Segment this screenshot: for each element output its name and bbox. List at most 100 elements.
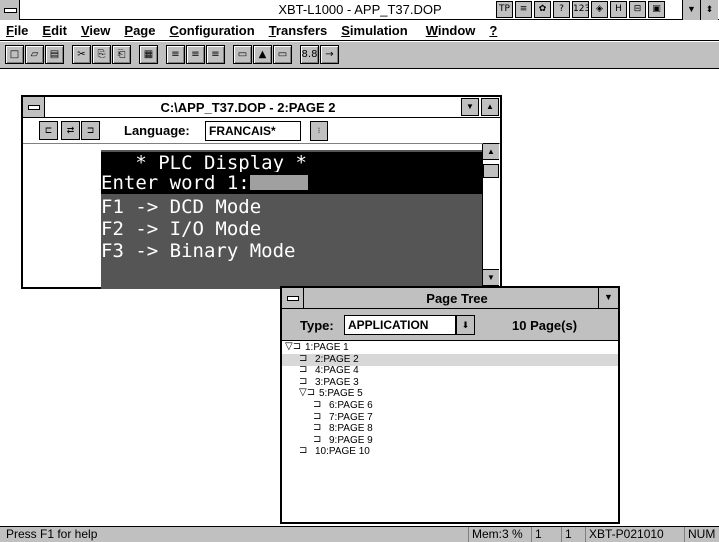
number-icon[interactable]: 8.8 bbox=[300, 45, 319, 64]
type-label: Type: bbox=[300, 318, 334, 333]
open-icon[interactable]: ▱ bbox=[25, 45, 44, 64]
screen-line-4[interactable]: F2 -> I/O Mode bbox=[101, 218, 486, 240]
title-tool-icon-3[interactable]: ✿ bbox=[534, 1, 551, 18]
title-tool-icon-2[interactable]: ≡ bbox=[515, 1, 532, 18]
type-dropdown-arrow-icon[interactable]: ⬇ bbox=[456, 315, 475, 335]
title-tool-icon-9[interactable]: ▣ bbox=[648, 1, 665, 18]
page-window-system-menu[interactable] bbox=[23, 97, 45, 117]
page-window-maximize-button[interactable]: ▲ bbox=[481, 98, 499, 116]
page-window-minimize-button[interactable]: ▼ bbox=[461, 98, 479, 116]
tree-item-label: 1:PAGE 1 bbox=[305, 342, 349, 353]
language-picker-button[interactable]: ⁝ bbox=[310, 121, 328, 141]
tree-item-page[interactable]: ⊐ 2:PAGE 2 bbox=[282, 352, 618, 366]
tree-item-page[interactable]: ⊐ 6:PAGE 6 bbox=[313, 400, 373, 412]
tree-item-label: 8:PAGE 8 bbox=[329, 423, 373, 435]
system-menu-button[interactable] bbox=[0, 0, 20, 20]
page-icon: ⊐ bbox=[299, 352, 308, 364]
new-icon[interactable]: □ bbox=[5, 45, 24, 64]
title-tool-icon-6[interactable]: ◈ bbox=[591, 1, 608, 18]
tree-item-page[interactable]: ⊐ 8:PAGE 8 bbox=[313, 423, 373, 435]
maximize-button[interactable]: ⬍ bbox=[700, 0, 718, 20]
title-tool-icon-4[interactable]: ? bbox=[553, 1, 570, 18]
language-field[interactable]: FRANCAIS* bbox=[205, 121, 301, 141]
cut-icon[interactable]: ✂ bbox=[72, 45, 91, 64]
title-tool-icon-7[interactable]: H bbox=[610, 1, 627, 18]
screen-line-5[interactable]: F3 -> Binary Mode bbox=[101, 240, 486, 262]
page-tool-icon-1[interactable]: ⊏ bbox=[39, 121, 58, 140]
page-tree-header: Type: APPLICATION ⬇ 10 Page(s) bbox=[282, 309, 618, 341]
save-icon[interactable]: ▤ bbox=[45, 45, 64, 64]
title-tool-icon-5[interactable]: 123 bbox=[572, 1, 589, 18]
page-tree-list: ▽⊐ 1:PAGE 1 ⊐ 2:PAGE 2 ⊐ 4:PAGE 4 ⊐ 3:PAGE 3 ▽⊐ 5… bbox=[282, 342, 618, 522]
page-count: 10 Page(s) bbox=[512, 318, 578, 333]
status-memory: Mem:3 % bbox=[468, 527, 523, 542]
page-tool-icon-2[interactable]: ⇄ bbox=[61, 121, 80, 140]
tree-item-page[interactable]: ▽⊐ 1:PAGE 1 bbox=[285, 342, 349, 354]
language-label: Language: bbox=[124, 123, 190, 138]
page-window-toolbar: ⊏ ⇄ ⊐ Language: FRANCAIS* ⁝ bbox=[23, 118, 500, 144]
tree-item-label: 7:PAGE 7 bbox=[329, 411, 373, 423]
page-icon: ⊐ bbox=[299, 375, 308, 387]
align-left-icon[interactable]: ≡ bbox=[166, 45, 185, 64]
tree-item-page[interactable]: ▽⊐ 5:PAGE 5 bbox=[299, 388, 363, 400]
align-center-icon[interactable]: ≡ bbox=[186, 45, 205, 64]
menu-transfers[interactable]: Transfers bbox=[263, 23, 336, 38]
page-tree-system-menu[interactable] bbox=[282, 288, 304, 308]
tree-item-label: 6:PAGE 6 bbox=[329, 400, 373, 411]
tree-item-page[interactable]: ⊐ 7:PAGE 7 bbox=[313, 411, 373, 424]
menu-window[interactable]: Window bbox=[420, 23, 484, 38]
page-icon: ⊐ bbox=[313, 433, 322, 445]
tree-item-label: 9:PAGE 9 bbox=[329, 434, 373, 446]
page-window-scrollbar[interactable]: ▲ ▼ bbox=[482, 143, 499, 287]
status-help: Press F1 for help bbox=[6, 527, 98, 541]
align-right-icon[interactable]: ≡ bbox=[206, 45, 225, 64]
screen-line-3[interactable]: F1 -> DCD Mode bbox=[101, 196, 486, 218]
page-tree-window: Page Tree ▼ Type: APPLICATION ⬇ 10 Page(… bbox=[280, 286, 620, 524]
menu-page[interactable]: Page bbox=[118, 23, 163, 38]
title-tool-icon-8[interactable]: ⊟ bbox=[629, 1, 646, 18]
copy-icon[interactable]: ⎘ bbox=[92, 45, 111, 64]
scroll-down-arrow-icon[interactable]: ▼ bbox=[483, 269, 499, 286]
minimize-button[interactable]: ▼ bbox=[682, 0, 700, 20]
page-editor-window: C:\APP_T37.DOP - 2:PAGE 2 ▼ ▲ ⊏ ⇄ ⊐ Lang… bbox=[21, 95, 502, 289]
type-select[interactable]: APPLICATION bbox=[344, 315, 456, 335]
menu-help[interactable]: ? bbox=[483, 23, 505, 38]
page-icon: ⊐ bbox=[313, 422, 322, 434]
tree-item-label: 5:PAGE 5 bbox=[319, 388, 363, 400]
expanded-folder-icon: ▽⊐ bbox=[299, 387, 316, 399]
title-tool-icon-1[interactable]: TP bbox=[496, 1, 513, 18]
menu-configuration[interactable]: Configuration bbox=[163, 23, 262, 38]
paste-icon[interactable]: ⎗ bbox=[112, 45, 131, 64]
tree-item-page[interactable]: ⊐ 4:PAGE 4 bbox=[299, 365, 359, 377]
entry-field[interactable] bbox=[249, 175, 308, 190]
status-bar: Press F1 for help Mem:3 % 1 1 XBT-P02101… bbox=[0, 526, 719, 542]
tree-item-page[interactable]: ⊐ 10:PAGE 10 bbox=[299, 446, 370, 458]
expanded-folder-icon: ▽⊐ bbox=[285, 341, 302, 352]
terminal-screen-preview[interactable]: * PLC Display * Enter word 1: F1 -> DCD … bbox=[101, 150, 486, 289]
status-terminal: XBT-P021010 bbox=[585, 527, 669, 542]
main-toolbar: □ ▱ ▤ ✂ ⎘ ⎗ ▦ ≡ ≡ ≡ ▭ ▲ ▭ 8.8 → bbox=[0, 42, 719, 69]
rect-icon[interactable]: ▭ bbox=[233, 45, 252, 64]
scroll-up-arrow-icon[interactable]: ▲ bbox=[483, 143, 499, 160]
menu-simulation[interactable]: Simulation bbox=[335, 23, 415, 38]
title-icon-strip: TP ≡ ✿? 123 ◈ H ⊟ ▣ bbox=[496, 1, 665, 19]
menu-file[interactable]: File bbox=[0, 23, 36, 38]
menu-edit[interactable]: Edit bbox=[36, 23, 75, 38]
page-tree-minimize-button[interactable]: ▼ bbox=[598, 288, 618, 308]
page-icon: ⊐ bbox=[313, 399, 322, 410]
page-tree-title: Page Tree bbox=[426, 291, 488, 306]
tree-item-page[interactable]: ⊐ 9:PAGE 9 bbox=[313, 433, 373, 447]
alarm-icon[interactable]: ▲ bbox=[253, 45, 272, 64]
scroll-thumb[interactable] bbox=[483, 164, 499, 178]
menu-bar: File Edit View Page Configuration Transfers Si… bbox=[0, 20, 719, 41]
link-icon[interactable]: → bbox=[320, 45, 339, 64]
app-title-bar: XBT-L1000 - APP_T37.DOP TP ≡ ✿? 123 ◈ H ⊟ ▣ ▼ ⬍ bbox=[0, 0, 719, 20]
page-tool-icon-3[interactable]: ⊐ bbox=[81, 121, 100, 140]
menu-view[interactable]: View bbox=[75, 23, 118, 38]
screen-line-1[interactable]: * PLC Display * bbox=[101, 152, 486, 174]
screen-line-2[interactable]: Enter word 1: bbox=[101, 172, 486, 194]
page-icon: ⊐ bbox=[299, 364, 308, 376]
field-icon[interactable]: ▭ bbox=[273, 45, 292, 64]
screen-line-2-text: Enter word 1: bbox=[101, 172, 250, 194]
delete-icon[interactable]: ▦ bbox=[139, 45, 158, 64]
